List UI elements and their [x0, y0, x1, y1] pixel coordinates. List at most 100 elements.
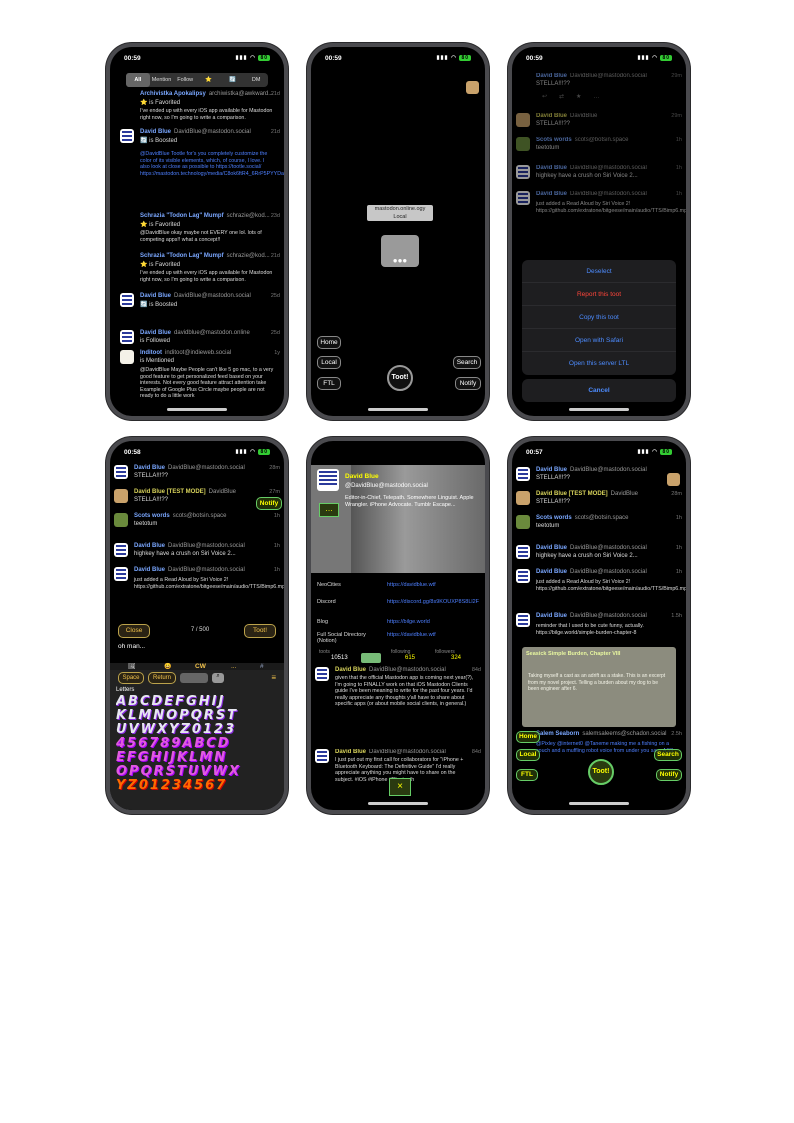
avatar [114, 513, 128, 527]
open-safari-option[interactable]: Open with Safari [522, 329, 676, 352]
timestamp: 1h [675, 569, 682, 575]
profile-stats: toots 10513 following 615 followers 324 [311, 649, 485, 665]
menu-icon[interactable]: ≡ [271, 673, 276, 682]
timeline-post[interactable]: Scots words scots@botsin.space 1h teetotu… [114, 513, 280, 541]
home-button[interactable]: Home [317, 336, 341, 349]
timeline-post[interactable]: David Blue DavidBlue@mastodon.social 1h j… [516, 569, 686, 609]
action-sheet: Deselect Report this toot Copy this toot… [522, 260, 676, 375]
timeline-post[interactable]: David Blue DavidBlue@mastodon.social 1h h… [516, 165, 682, 189]
ftl-button[interactable]: FTL [516, 769, 538, 781]
cancel-option[interactable]: Cancel [522, 379, 676, 402]
ftl-button[interactable]: FTL [317, 377, 341, 390]
phone-notifications: 00:59 ▮▮▮ ◠ 80 All Mention Follow ⭐ 🔄 DM … [106, 43, 288, 420]
search-key-icon[interactable]: ⌕ [212, 673, 224, 683]
local-button[interactable]: Local [317, 356, 341, 369]
toot-button[interactable]: Toot! [244, 624, 276, 638]
timeline-post[interactable]: David Blue DavidBlue@mastodon.social 29m … [516, 73, 682, 101]
more-button[interactable]: ... [231, 663, 236, 670]
notification-item[interactable]: Schrazia "Todon Lag" Mumpf schrazie@kod..… [114, 213, 280, 253]
deselect-option[interactable]: Deselect [522, 260, 676, 283]
timeline-post[interactable]: David Blue DavidBlue@mastodon.social 1h j… [114, 567, 284, 607]
toot-button[interactable]: Toot! [387, 365, 413, 391]
profile-name: David Blue [345, 473, 379, 480]
tab-follow[interactable]: Follow [173, 73, 197, 87]
timeline-post[interactable]: David Blue DavidBlue@mastodon.social 28m … [114, 465, 280, 487]
timeline-post[interactable]: David Blue DavidBlue 29m STELLA!!!?? [516, 113, 682, 137]
timeline-post[interactable]: David Blue DavidBlue@mastodon.social 1h h… [114, 543, 280, 565]
author-name: David Blue DavidBlue@mastodon.social [536, 73, 647, 79]
media-icon[interactable] [361, 653, 381, 663]
profile-more-button[interactable]: … [319, 503, 339, 517]
post-body: just added a Read Aloud by Siri Voice 2!… [134, 577, 284, 590]
timeline-post[interactable]: Scots words scots@botsin.space 1h teetotu… [516, 137, 682, 165]
phone-loading: 00:59 ▮▮▮ ◠ 80 mastodon.online.ogy Local ●… [307, 43, 489, 420]
field-link[interactable]: https://bilge.world [387, 619, 430, 625]
timeline-post[interactable]: David Blue DavidBlue@mastodon.social 1h h… [516, 545, 682, 567]
home-button[interactable]: Home [516, 731, 540, 743]
avatar [516, 467, 530, 481]
notification-item[interactable]: David Blue DavidBlue@mastodon.social 21d … [114, 129, 284, 209]
local-button[interactable]: Local [516, 749, 540, 761]
compose-input[interactable]: oh man... [118, 643, 276, 657]
timeline-post[interactable]: Scots words scots@botsin.space 1h teetotu… [516, 515, 682, 543]
report-toot-option[interactable]: Report this toot [522, 283, 676, 306]
timeline-post[interactable]: David Blue [TEST MODE] DavidBlue 28m STEL… [516, 491, 682, 513]
timestamp: 84d [471, 667, 481, 673]
timestamp: 21d [270, 129, 280, 135]
tab-favorite[interactable]: ⭐ [197, 73, 221, 87]
notification-item[interactable]: Inditoot inditoot@indieweb.social 1y is M… [114, 350, 280, 412]
hashtag-icon[interactable]: # [260, 663, 264, 670]
notification-type: ⭐ is Favorited [140, 262, 181, 268]
copy-toot-option[interactable]: Copy this toot [522, 306, 676, 329]
avatar [516, 613, 530, 627]
keyboard-switch-key[interactable] [180, 673, 208, 683]
search-button[interactable]: Search [453, 356, 481, 369]
letter-grid[interactable]: ABCDEFGHIJ KLMNOPQRST UVWXYZ0123 456789A… [116, 695, 278, 793]
notify-button[interactable]: Notify [455, 377, 481, 390]
tab-dm[interactable]: DM [244, 73, 268, 87]
notification-item[interactable]: David Blue davidblue@mastodon.online 25d … [114, 330, 280, 350]
following-count[interactable]: 615 [405, 655, 415, 661]
screen: 00:59 ▮▮▮ ◠ 80 David Blue DavidBlue@mastod… [512, 47, 686, 416]
notification-item[interactable]: Archivistka Apokalipsy archiwistka@awkwar… [114, 91, 280, 127]
open-server-ltl-option[interactable]: Open this server LTL [522, 352, 676, 375]
post-body: STELLA!!!?? [134, 497, 169, 503]
cw-button[interactable]: CW [195, 663, 206, 670]
profile-avatar[interactable] [317, 469, 339, 491]
followers-count[interactable]: 324 [451, 655, 461, 661]
notify-button[interactable]: Notify [256, 497, 282, 510]
notify-button[interactable]: Notify [656, 769, 682, 781]
timeline-post[interactable]: David Blue DavidBlue@mastodon.social 1h j… [516, 191, 686, 231]
search-button[interactable]: Search [654, 749, 682, 761]
timestamp: 1y [274, 350, 280, 356]
field-link[interactable]: https://davidblue.wtf [387, 582, 436, 588]
image-icon[interactable]: 🖼 [128, 663, 136, 670]
signal-wifi-battery-icon: ▮▮▮ ◠ 80 [436, 55, 471, 61]
toot-button[interactable]: Toot! [588, 759, 614, 785]
tab-boost[interactable]: 🔄 [221, 73, 245, 87]
close-profile-button[interactable]: × [389, 778, 411, 796]
tab-all[interactable]: All [126, 73, 150, 87]
author-name: David Blue davidblue@mastodon.online [140, 330, 250, 336]
return-key[interactable]: Return [148, 672, 176, 684]
space-key[interactable]: Space [118, 672, 144, 684]
card-body: Taking myself a cast as an adrift as a s… [528, 673, 666, 692]
notification-item[interactable]: David Blue DavidBlue@mastodon.social 25d … [114, 293, 280, 319]
field-link[interactable]: https://discord.gg/8s9KOUXP8S8Ll2F [387, 599, 479, 605]
link-preview-card[interactable]: Seasick Simple Burden, Chapter VIII Taki… [522, 647, 676, 727]
timeline-post[interactable]: David Blue DavidBlue@mastodon.social 1.5h… [516, 613, 682, 643]
timeline-post[interactable]: David Blue [TEST MODE] DavidBlue 27m STEL… [114, 489, 280, 511]
account-avatar[interactable] [466, 81, 479, 94]
timeline-post[interactable]: David Blue DavidBlue@mastodon.social STEL… [516, 467, 682, 489]
avatar [516, 545, 530, 559]
author-name: David Blue DavidBlue@mastodon.social [536, 191, 647, 197]
emoji-icon[interactable]: 😀 [164, 663, 171, 670]
tab-mention[interactable]: Mention [150, 73, 174, 87]
author-name: David Blue DavidBlue@mastodon.social [536, 545, 647, 551]
timeline-post[interactable]: David Blue DavidBlue@mastodon.social 84d … [315, 667, 481, 745]
avatar [315, 667, 329, 681]
notification-type: is Mentioned [140, 358, 175, 364]
field-link[interactable]: https://davidblue.wtf [387, 632, 436, 638]
close-compose-button[interactable]: Close [118, 624, 150, 638]
notification-item[interactable]: Schrazia "Todon Lag" Mumpf schrazie@kod..… [114, 253, 280, 289]
